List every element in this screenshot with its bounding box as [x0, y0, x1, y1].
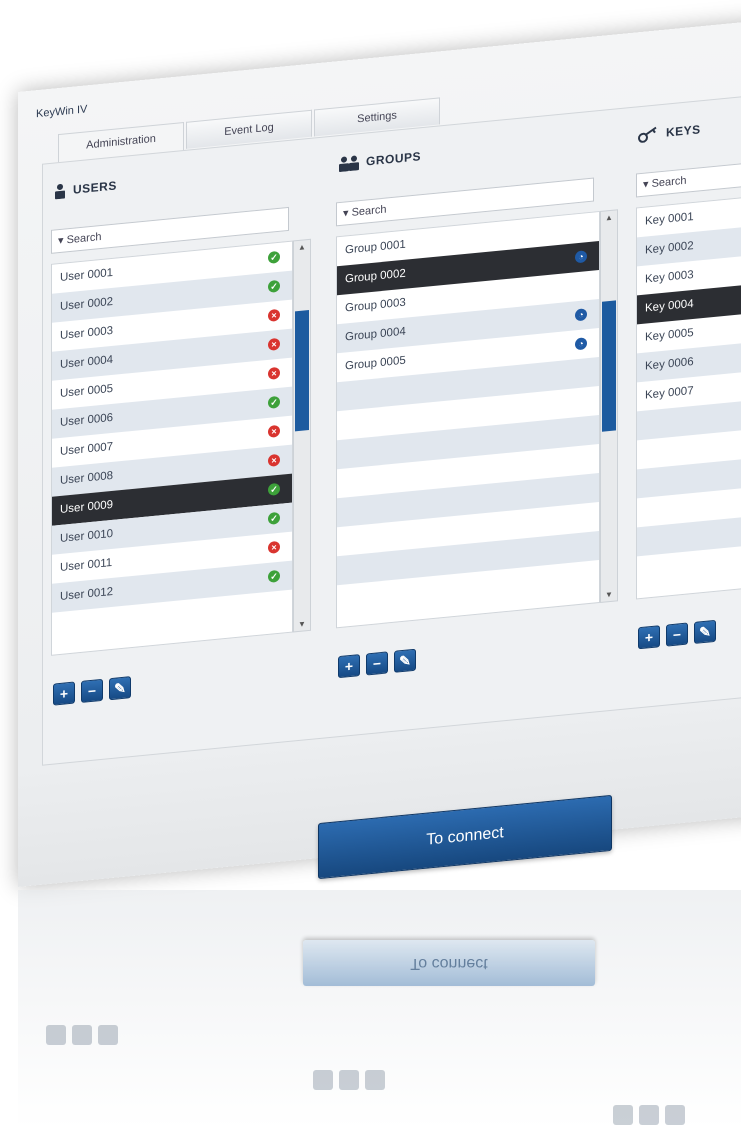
edit-key-button[interactable]: ✎ — [694, 619, 716, 644]
status-ok-icon: ✓ — [268, 395, 280, 409]
connect-button[interactable]: To connect — [318, 794, 612, 880]
add-key-button[interactable]: + — [638, 625, 660, 650]
groups-toolbar-reflection — [313, 1070, 385, 1090]
groups-column: GROUPS ▾ Search Group 0001 Group 0002 ◔ Gro… — [328, 110, 618, 737]
groups-list: Group 0001 Group 0002 ◔ Group 0003 Group 000… — [336, 210, 600, 629]
users-title: USERS — [73, 178, 117, 197]
key-row-label: Key 0004 — [645, 297, 694, 315]
add-group-button[interactable]: + — [338, 654, 360, 679]
user-icon — [55, 183, 65, 200]
connect-button-reflection: To connect — [303, 940, 595, 986]
remove-icon — [72, 1025, 92, 1045]
groups-toolbar: + − ✎ — [338, 648, 416, 679]
edit-icon — [365, 1070, 385, 1090]
key-row-label: Key 0001 — [645, 210, 694, 228]
status-ok-icon: ✓ — [268, 511, 280, 525]
administration-panel: USERS ▾ Search User 0001 ✓ User 0002 ✓ User … — [42, 91, 741, 766]
user-row-label: User 0006 — [60, 411, 114, 429]
status-error-icon: × — [268, 308, 280, 322]
status-ok-icon: ✓ — [268, 250, 280, 264]
user-row-label: User 0012 — [60, 585, 114, 603]
scroll-up-arrow-icon[interactable]: ▲ — [294, 242, 310, 253]
key-row-label: Key 0006 — [645, 355, 694, 373]
keys-column: KEYS ▾ Search Key 0001 Key 0002 Key 0003 Ke… — [628, 91, 741, 708]
scroll-up-arrow-icon[interactable]: ▲ — [601, 212, 617, 223]
keys-search-input[interactable]: ▾ Search — [636, 157, 741, 198]
user-row-label: User 0007 — [60, 440, 114, 458]
groups-scrollbar[interactable]: ▲ ▼ — [600, 209, 618, 603]
status-ok-icon: ✓ — [268, 279, 280, 293]
user-row-label: User 0005 — [60, 382, 114, 400]
user-row-label: User 0002 — [60, 295, 114, 313]
clock-icon: ◔ — [575, 250, 587, 264]
edit-icon — [665, 1105, 685, 1125]
key-icon — [638, 126, 657, 143]
app-window: KeyWin IV Administration Event Log Setti… — [18, 18, 741, 888]
remove-group-button[interactable]: − — [366, 651, 388, 676]
add-icon — [46, 1025, 66, 1045]
status-error-icon: × — [268, 453, 280, 467]
group-icon — [339, 155, 359, 172]
user-row-label: User 0009 — [60, 498, 114, 516]
group-row-label: Group 0004 — [345, 325, 406, 344]
groups-scroll-thumb[interactable] — [602, 300, 616, 432]
add-icon — [313, 1070, 333, 1090]
groups-title: GROUPS — [366, 149, 422, 169]
keys-toolbar: + − ✎ — [638, 619, 716, 650]
key-row-label: Key 0002 — [645, 239, 694, 257]
add-user-button[interactable]: + — [53, 681, 75, 706]
status-error-icon: × — [268, 540, 280, 554]
users-list: User 0001 ✓ User 0002 ✓ User 0003 × User 0004 ×… — [51, 240, 293, 656]
groups-header: GROUPS — [338, 148, 421, 172]
remove-user-button[interactable]: − — [81, 678, 103, 703]
clock-icon: ◔ — [575, 337, 587, 351]
key-row-label: Key 0005 — [645, 326, 694, 344]
keys-toolbar-reflection — [613, 1105, 685, 1125]
status-ok-icon: ✓ — [268, 482, 280, 496]
group-row-label: Group 0002 — [345, 267, 406, 286]
app-title: KeyWin IV — [36, 103, 88, 121]
user-row-label: User 0008 — [60, 469, 114, 487]
key-row-label: Key 0003 — [645, 268, 694, 286]
key-row-label: Key 0007 — [645, 384, 694, 402]
users-scrollbar[interactable]: ▲ ▼ — [293, 238, 311, 633]
edit-icon — [98, 1025, 118, 1045]
remove-key-button[interactable]: − — [666, 622, 688, 647]
user-row-label: User 0010 — [60, 527, 114, 545]
status-error-icon: × — [268, 366, 280, 380]
status-error-icon: × — [268, 424, 280, 438]
scroll-down-arrow-icon[interactable]: ▼ — [294, 619, 310, 630]
add-icon — [613, 1105, 633, 1125]
keys-title: KEYS — [666, 122, 701, 140]
user-row-label: User 0011 — [60, 556, 113, 574]
user-row-label: User 0001 — [60, 266, 114, 284]
users-column: USERS ▾ Search User 0001 ✓ User 0002 ✓ User … — [43, 139, 313, 765]
edit-group-button[interactable]: ✎ — [394, 648, 416, 673]
group-row-label: Group 0001 — [345, 238, 406, 257]
user-row-label: User 0003 — [60, 324, 114, 342]
keys-header: KEYS — [638, 121, 701, 143]
window-reflection: To connect — [18, 890, 741, 1129]
users-toolbar: + − ✎ — [53, 676, 131, 706]
group-row-label: Group 0003 — [345, 296, 406, 315]
edit-user-button[interactable]: ✎ — [109, 676, 131, 701]
status-ok-icon: ✓ — [268, 569, 280, 583]
users-header: USERS — [53, 177, 117, 200]
remove-icon — [639, 1105, 659, 1125]
keys-list: Key 0001 Key 0002 Key 0003 Key 0004 Key 0005… — [636, 190, 741, 600]
user-row-label: User 0004 — [60, 353, 114, 371]
group-row-label: Group 0005 — [345, 354, 406, 373]
scroll-down-arrow-icon[interactable]: ▼ — [601, 589, 617, 600]
users-toolbar-reflection — [46, 1025, 118, 1045]
users-scroll-thumb[interactable] — [295, 309, 309, 432]
remove-icon — [339, 1070, 359, 1090]
status-error-icon: × — [268, 337, 280, 351]
clock-icon: ◔ — [575, 308, 587, 322]
